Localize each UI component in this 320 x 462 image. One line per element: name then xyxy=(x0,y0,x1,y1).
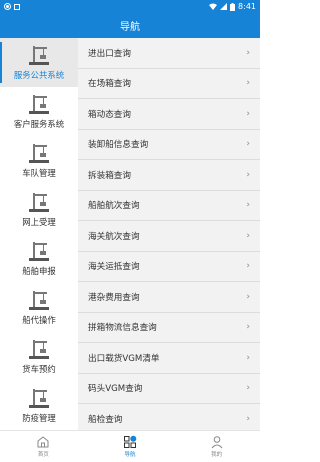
menu-item-label: 港杂费用查询 xyxy=(88,292,140,303)
crane-icon xyxy=(29,144,49,163)
menu-item-customs-voyage-query[interactable]: 海关航次查询 › xyxy=(78,221,260,252)
page-title-bar: 导航 xyxy=(0,13,260,38)
wifi-icon xyxy=(209,3,218,10)
tab-home[interactable]: 首页 xyxy=(13,435,73,458)
crane-icon xyxy=(29,389,49,408)
sidebar-item-label: 船舶申报 xyxy=(22,266,56,276)
user-icon xyxy=(211,436,223,449)
menu-item-label: 码头VGM查询 xyxy=(88,384,143,395)
tab-label: 首页 xyxy=(37,452,49,458)
menu-item-label: 海关航次查询 xyxy=(88,231,140,242)
sidebar-item-ship-declaration[interactable]: 船舶申报 xyxy=(0,234,78,283)
chevron-right-icon: › xyxy=(246,383,250,394)
chevron-right-icon: › xyxy=(246,200,250,211)
chevron-right-icon: › xyxy=(246,230,250,241)
nav-grid-icon xyxy=(123,435,137,448)
menu-item-customs-arrival-query[interactable]: 海关运抵查询 › xyxy=(78,252,260,282)
chevron-right-icon: › xyxy=(246,413,250,424)
menu-item-label: 出口载货VGM清单 xyxy=(88,353,160,364)
menu-item-label: 船舶航次查询 xyxy=(88,201,140,212)
tab-label: 我的 xyxy=(211,452,223,458)
menu-item-import-export-query[interactable]: 进出口查询 › xyxy=(78,38,260,69)
menu-item-ship-inspection-query[interactable]: 船检查询 › xyxy=(78,404,260,430)
chevron-right-icon: › xyxy=(246,47,250,58)
chevron-right-icon: › xyxy=(246,261,250,272)
category-sidebar: 服务公共系统 客户服务系统 车队管理 网上受理 船舶申报 船代操作 货车预约 防… xyxy=(0,38,78,430)
cloud-icon xyxy=(4,3,11,10)
battery-icon xyxy=(230,2,236,11)
chevron-right-icon: › xyxy=(246,322,250,333)
sim-icon xyxy=(14,3,20,10)
sidebar-item-label: 服务公共系统 xyxy=(13,70,65,80)
chevron-right-icon: › xyxy=(246,139,250,150)
chevron-right-icon: › xyxy=(246,78,250,89)
menu-item-label: 箱动态查询 xyxy=(88,109,131,120)
menu-item-stuffing-stripping-query[interactable]: 拆装箱查询 › xyxy=(78,160,260,191)
sidebar-item-customer-service[interactable]: 客户服务系统 xyxy=(0,87,78,136)
bottom-tab-bar: 首页 导航 我的 xyxy=(0,430,260,462)
sidebar-item-label: 货车预约 xyxy=(22,364,56,374)
menu-item-port-charges-query[interactable]: 港杂费用查询 › xyxy=(78,282,260,313)
menu-item-terminal-vgm-query[interactable]: 码头VGM查询 › xyxy=(78,374,260,404)
sidebar-item-label: 防疫管理 xyxy=(22,413,56,423)
status-bar: 8:41 xyxy=(0,0,260,13)
chevron-right-icon: › xyxy=(246,169,250,180)
status-time: 8:41 xyxy=(238,2,256,11)
sidebar-item-label: 网上受理 xyxy=(22,217,56,227)
crane-icon xyxy=(29,46,49,65)
chevron-right-icon: › xyxy=(246,108,250,119)
menu-item-label: 进出口查询 xyxy=(88,48,131,59)
menu-item-label: 船检查询 xyxy=(88,414,123,425)
crane-icon xyxy=(29,242,49,261)
crane-icon xyxy=(29,95,49,114)
menu-item-yard-container-query[interactable]: 在场箱查询 › xyxy=(78,69,260,99)
menu-item-loading-unloading-query[interactable]: 装卸船信息查询 › xyxy=(78,130,260,160)
menu-list: 进出口查询 › 在场箱查询 › 箱动态查询 › 装卸船信息查询 › 拆装箱查询 … xyxy=(78,38,260,430)
sidebar-item-ship-agency[interactable]: 船代操作 xyxy=(0,283,78,332)
sidebar-item-epidemic-management[interactable]: 防疫管理 xyxy=(0,381,78,430)
signal-icon xyxy=(220,3,228,10)
menu-item-label: 海关运抵查询 xyxy=(88,262,140,273)
menu-item-label: 拼箱物流信息查询 xyxy=(88,323,157,334)
menu-item-label: 装卸船信息查询 xyxy=(88,140,149,151)
tab-navigation[interactable]: 导航 xyxy=(100,435,160,458)
menu-item-export-vgm-list[interactable]: 出口载货VGM清单 › xyxy=(78,343,260,374)
chevron-right-icon: › xyxy=(246,352,250,363)
home-icon xyxy=(37,436,49,448)
menu-item-label: 拆装箱查询 xyxy=(88,170,131,181)
crane-icon xyxy=(29,291,49,310)
menu-item-label: 在场箱查询 xyxy=(88,79,131,90)
sidebar-item-public-service[interactable]: 服务公共系统 xyxy=(0,38,78,87)
sidebar-item-online-acceptance[interactable]: 网上受理 xyxy=(0,185,78,234)
menu-item-vessel-voyage-query[interactable]: 船舶航次查询 › xyxy=(78,191,260,221)
sidebar-item-label: 客户服务系统 xyxy=(13,119,65,129)
sidebar-item-fleet-management[interactable]: 车队管理 xyxy=(0,136,78,185)
menu-item-lcl-logistics-query[interactable]: 拼箱物流信息查询 › xyxy=(78,313,260,343)
sidebar-item-label: 船代操作 xyxy=(22,315,56,325)
crane-icon xyxy=(29,340,49,359)
crane-icon xyxy=(29,193,49,212)
chevron-right-icon: › xyxy=(246,291,250,302)
sidebar-item-label: 车队管理 xyxy=(22,168,56,178)
menu-item-container-status-query[interactable]: 箱动态查询 › xyxy=(78,99,260,130)
sidebar-item-truck-booking[interactable]: 货车预约 xyxy=(0,332,78,381)
tab-profile[interactable]: 我的 xyxy=(187,435,247,458)
page-title: 导航 xyxy=(120,22,140,33)
tab-label: 导航 xyxy=(124,452,136,458)
